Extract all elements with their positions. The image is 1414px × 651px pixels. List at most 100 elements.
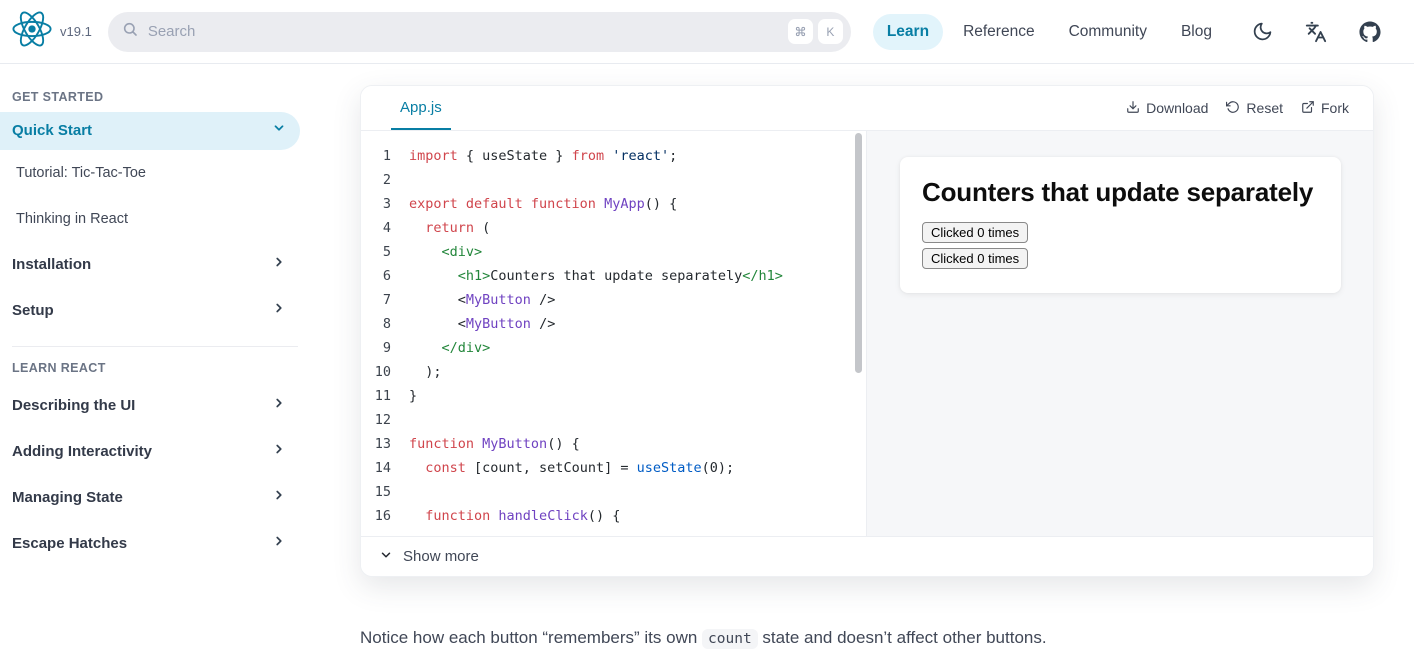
code-text: export default function MyApp() { xyxy=(409,196,678,212)
sidebar-item-quick-start[interactable]: Quick Start xyxy=(0,112,300,150)
code-text: <div> xyxy=(441,244,483,260)
code-scrollbar[interactable] xyxy=(855,133,862,373)
sidebar-item-label: Escape Hatches xyxy=(12,535,128,552)
tab-appjs[interactable]: App.js xyxy=(391,86,451,130)
code-line-9: 9 </div> xyxy=(361,336,866,360)
chevron-right-icon xyxy=(272,396,286,416)
show-more-button[interactable]: Show more xyxy=(361,536,1373,576)
sidebar-nav: GET STARTED Quick Start Tutorial: Tic-Tac-… xyxy=(0,76,300,567)
code-line-5: 5 <div> xyxy=(361,240,866,264)
code-text: <MyButton /> xyxy=(409,316,556,332)
preview-card: Counters that update separately Clicked … xyxy=(900,157,1341,293)
download-icon xyxy=(1126,100,1140,117)
download-button[interactable]: Download xyxy=(1126,100,1208,117)
preview-pane: Counters that update separately Clicked … xyxy=(867,131,1373,536)
code-line-4: 4 return ( xyxy=(361,216,866,240)
inline-code-count: count xyxy=(702,629,758,649)
fork-button[interactable]: Fork xyxy=(1301,100,1349,117)
nav-link-community[interactable]: Community xyxy=(1055,14,1161,50)
code-text: </div> xyxy=(441,340,491,356)
nav-link-reference[interactable]: Reference xyxy=(949,14,1049,50)
chevron-down-icon xyxy=(379,548,393,566)
line-number: 13 xyxy=(374,436,391,452)
sidebar-item-label: Tutorial: Tic-Tac-Toe xyxy=(16,165,146,181)
chevron-right-icon xyxy=(272,442,286,462)
nav-link-blog[interactable]: Blog xyxy=(1167,14,1226,50)
nav-link-learn[interactable]: Learn xyxy=(872,13,944,50)
code-text: function handleClick() { xyxy=(425,508,621,524)
sandbox-actions: Download Reset Fork xyxy=(1126,86,1349,130)
line-number: 11 xyxy=(374,388,391,404)
sidebar-item-label: Managing State xyxy=(12,489,123,506)
sidebar-item-label: Quick Start xyxy=(12,122,93,139)
sidebar-item-setup[interactable]: Setup xyxy=(0,288,300,334)
line-number: 8 xyxy=(382,316,391,332)
code-line-13: 13 function MyButton() { xyxy=(361,432,866,456)
line-number: 12 xyxy=(374,412,391,428)
sidebar-item-describing-the-ui[interactable]: Describing the UI xyxy=(0,383,300,429)
code-editor[interactable]: 1 import { useState } from 'react'; 2 3 expo… xyxy=(361,131,867,536)
preview-buttons: Clicked 0 times Clicked 0 times xyxy=(922,222,1319,269)
line-number: 5 xyxy=(382,244,391,260)
sidebar-item-tutorial-tic-tac-toe[interactable]: Tutorial: Tic-Tac-Toe xyxy=(0,150,300,196)
line-number: 16 xyxy=(374,508,391,524)
react-logo-icon xyxy=(12,9,52,54)
fork-label: Fork xyxy=(1321,100,1349,116)
translate-icon[interactable] xyxy=(1294,12,1338,52)
line-number: 6 xyxy=(382,268,391,284)
show-more-label: Show more xyxy=(403,548,479,565)
article-text-before: Notice how each button “remembers” its o… xyxy=(360,628,703,647)
code-lines: 1 import { useState } from 'react'; 2 3 expo… xyxy=(361,144,866,528)
reset-button[interactable]: Reset xyxy=(1226,100,1283,117)
download-label: Download xyxy=(1146,100,1209,116)
code-text: const [count, setCount] = useState(0); xyxy=(425,460,735,476)
line-number: 1 xyxy=(382,148,391,164)
code-line-6: 6 <h1>Counters that update separately</h… xyxy=(361,264,866,288)
main-content: App.js Download Reset Fork 1 import { useSt… xyxy=(360,64,1374,651)
sidebar: GET STARTED Quick Start Tutorial: Tic-Tac-… xyxy=(0,64,300,651)
line-number: 15 xyxy=(374,484,391,500)
dark-mode-icon[interactable] xyxy=(1240,12,1284,52)
counter-button-1[interactable]: Clicked 0 times xyxy=(922,222,1029,243)
sidebar-item-installation[interactable]: Installation xyxy=(0,242,300,288)
code-sandbox: App.js Download Reset Fork 1 import { useSt… xyxy=(360,85,1374,577)
sidebar-item-escape-hatches[interactable]: Escape Hatches xyxy=(0,521,300,567)
github-icon[interactable] xyxy=(1348,12,1392,52)
code-line-14: 14 const [count, setCount] = useState(0)… xyxy=(361,456,866,480)
line-number: 2 xyxy=(382,172,391,188)
nav-links: Learn Reference Community Blog xyxy=(872,13,1226,50)
code-line-8: 8 <MyButton /> xyxy=(361,312,866,336)
brand[interactable]: v19.1 xyxy=(12,9,92,54)
sidebar-item-label: Setup xyxy=(12,302,54,319)
code-line-10: 10 ); xyxy=(361,360,866,384)
chevron-right-icon xyxy=(272,488,286,508)
code-text: import { useState } from 'react'; xyxy=(409,148,678,164)
version-label[interactable]: v19.1 xyxy=(60,24,92,39)
counter-button-2[interactable]: Clicked 0 times xyxy=(922,248,1029,269)
sidebar-section-label-learn-react: LEARN REACT xyxy=(12,361,106,375)
code-text: } xyxy=(409,388,418,404)
line-number: 10 xyxy=(374,364,391,380)
sandbox-tabbar: App.js Download Reset Fork xyxy=(361,86,1373,131)
code-text: function MyButton() { xyxy=(409,436,580,452)
k-key-label: K xyxy=(817,19,843,44)
article-paragraph: Notice how each button “remembers” its o… xyxy=(360,625,1374,651)
line-number: 7 xyxy=(382,292,391,308)
preview-heading: Counters that update separately xyxy=(922,177,1314,207)
sidebar-item-adding-interactivity[interactable]: Adding Interactivity xyxy=(0,429,300,475)
code-line-3: 3 export default function MyApp() { xyxy=(361,192,866,216)
cmd-key-icon xyxy=(787,19,813,44)
code-text: <MyButton /> xyxy=(409,292,556,308)
code-line-11: 11} xyxy=(361,384,866,408)
search-icon xyxy=(122,21,138,42)
search-placeholder: Search xyxy=(147,23,196,40)
code-line-12: 12 xyxy=(361,408,866,432)
code-line-16: 16 function handleClick() { xyxy=(361,504,866,528)
line-number: 4 xyxy=(382,220,391,236)
chevron-right-icon xyxy=(272,301,286,321)
chevron-right-icon xyxy=(272,534,286,554)
sidebar-item-thinking-in-react[interactable]: Thinking in React xyxy=(0,196,300,242)
code-line-15: 15 xyxy=(361,480,866,504)
search-input[interactable]: Search K xyxy=(107,11,851,52)
sidebar-item-managing-state[interactable]: Managing State xyxy=(0,475,300,521)
